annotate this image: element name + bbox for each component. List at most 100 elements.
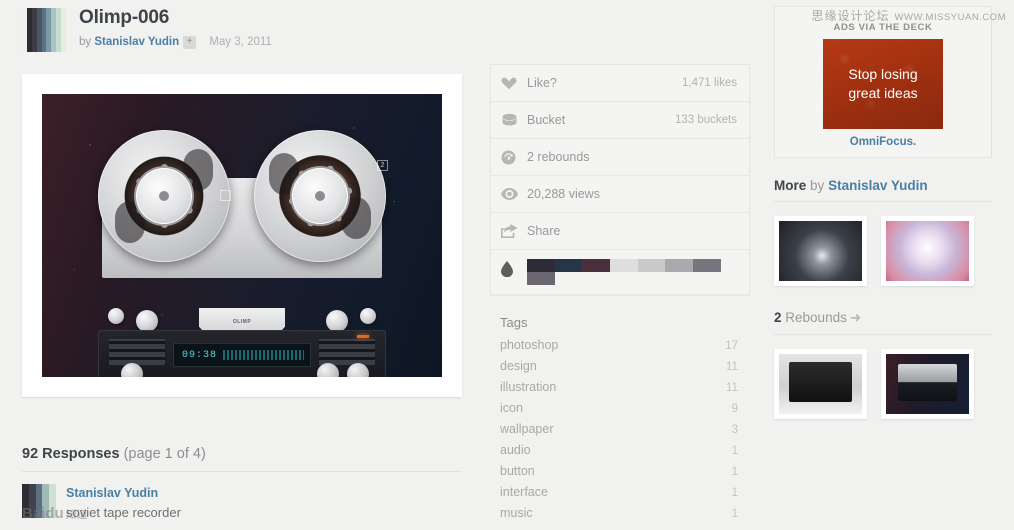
- tags-section: Tags photoshop 17 design 11 illustration 11 ic…: [490, 315, 750, 527]
- stat-row-views: 20,288 views: [491, 176, 749, 213]
- tag-count: 1: [731, 445, 738, 457]
- deck-led-indicator: [357, 335, 369, 338]
- stat-row-bucket[interactable]: Bucket 133 buckets: [491, 102, 749, 139]
- shot-image[interactable]: 1 2 OLIMP 09:38: [42, 94, 442, 377]
- tag-link[interactable]: music: [500, 506, 732, 520]
- bucket-icon: [501, 113, 527, 128]
- reel-badge-right: 2: [377, 160, 388, 171]
- rebound-thumb-2[interactable]: [881, 349, 974, 419]
- eye-icon: [501, 188, 527, 200]
- color-swatch[interactable]: [554, 259, 583, 272]
- more-by-section: More by Stanislav Yudin: [774, 178, 992, 286]
- color-swatch[interactable]: [693, 259, 721, 272]
- deck-knob: [326, 310, 348, 332]
- tag-row: illustration 11: [500, 380, 738, 401]
- deck-console-knob: [121, 363, 143, 377]
- shot-image-frame[interactable]: 1 2 OLIMP 09:38: [22, 74, 462, 397]
- page-title: Olimp-006: [79, 7, 170, 28]
- watermark-baidu-text: Baidu: [22, 505, 64, 522]
- deck-console: 09:38: [98, 330, 386, 377]
- deck-console-knob: [317, 363, 339, 377]
- stat-label: Like?: [527, 76, 557, 90]
- more-author-link[interactable]: Stanislav Yudin: [828, 178, 928, 193]
- thumb-image: [886, 354, 969, 414]
- tag-row: interface 1: [500, 485, 738, 506]
- tag-count: 3: [731, 424, 738, 436]
- responses-section: 92 Responses (page 1 of 4) Stanislav Yud…: [22, 446, 462, 521]
- author-link[interactable]: Stanislav Yudin: [94, 36, 179, 48]
- more-thumbs-row: [774, 216, 992, 286]
- tag-link[interactable]: wallpaper: [500, 422, 732, 436]
- tag-link[interactable]: interface: [500, 485, 732, 499]
- rebound-thumbs-row: [774, 349, 992, 419]
- response-author-link[interactable]: Stanislav Yudin: [66, 486, 158, 500]
- deck-display: 09:38: [173, 343, 311, 367]
- color-swatch[interactable]: [527, 272, 555, 285]
- watermark-baidu: Baidu 知道: [22, 505, 88, 522]
- tag-link[interactable]: photoshop: [500, 338, 725, 352]
- color-swatch[interactable]: [610, 259, 638, 272]
- avatar[interactable]: [22, 8, 66, 52]
- tag-count: 9: [731, 403, 738, 415]
- color-palette[interactable]: [527, 259, 721, 285]
- title-block: Olimp-006 by Stanislav Yudin + May 3, 201…: [79, 6, 272, 50]
- stat-row-rebounds[interactable]: 2 rebounds: [491, 139, 749, 176]
- tag-row: photoshop 17: [500, 338, 738, 359]
- tag-link[interactable]: audio: [500, 443, 732, 457]
- deck-knob: [360, 308, 376, 324]
- tape-recorder-illustration: 1 2 OLIMP 09:38: [92, 130, 392, 377]
- stat-label: 20,288 views: [527, 187, 600, 201]
- tag-link[interactable]: design: [500, 359, 726, 373]
- reel-hub-right: [292, 168, 348, 224]
- tag-link[interactable]: button: [500, 464, 732, 478]
- responses-count: 92 Responses: [22, 446, 120, 462]
- tag-count: 1: [731, 508, 738, 520]
- thumb-image: [779, 354, 862, 414]
- watermark-top: 思缘设计论坛 WWW.MISSYUAN.COM: [812, 7, 1006, 24]
- stat-row-share[interactable]: Share: [491, 213, 749, 250]
- watermark-baidu-cn: 知道: [65, 509, 88, 521]
- color-palette-row: [491, 250, 749, 295]
- tag-row: wallpaper 3: [500, 422, 738, 443]
- tag-link[interactable]: illustration: [500, 380, 726, 394]
- rebounds-section: 2 Rebounds ➜: [774, 310, 992, 419]
- deck-button-pad-left: [109, 339, 165, 365]
- more-thumb-1[interactable]: [774, 216, 867, 286]
- responses-page: (page 1 of 4): [123, 446, 206, 462]
- deck-display-time: 09:38: [182, 349, 218, 361]
- arrow-right-icon[interactable]: ➜: [850, 310, 861, 325]
- response-text: soviet tape recorder: [66, 505, 181, 520]
- deck-brand-text: OLIMP: [232, 319, 252, 325]
- tag-link[interactable]: icon: [500, 401, 732, 415]
- deck-console-knob: [347, 363, 369, 377]
- stats-panel: Like? 1,471 likes Bucket 133 buckets 2 r…: [490, 64, 750, 296]
- deck-knob: [136, 310, 158, 332]
- color-swatch[interactable]: [527, 259, 555, 272]
- ad-link[interactable]: OmniFocus.: [775, 136, 991, 148]
- tag-row: button 1: [500, 464, 738, 485]
- tag-count: 1: [731, 487, 738, 499]
- rebound-thumb-1[interactable]: [774, 349, 867, 419]
- tape-reel-right: [254, 130, 386, 262]
- deck-vu-meter: [223, 350, 304, 360]
- color-swatch[interactable]: [665, 259, 694, 272]
- stat-value: 1,471 likes: [682, 77, 737, 89]
- tag-row: audio 1: [500, 443, 738, 464]
- ad-panel[interactable]: ADS VIA THE DECK Stop losing great ideas…: [774, 6, 992, 158]
- ad-line-2: great ideas: [848, 85, 918, 101]
- tag-count: 1: [731, 466, 738, 478]
- more-thumb-2[interactable]: [881, 216, 974, 286]
- list-item: Stanislav Yudin soviet tape recorder: [22, 484, 462, 521]
- reel-hub-left: [136, 168, 192, 224]
- color-swatch[interactable]: [582, 259, 611, 272]
- ad-creative[interactable]: Stop losing great ideas: [823, 39, 943, 129]
- thumb-image: [779, 221, 862, 281]
- color-swatch[interactable]: [637, 259, 666, 272]
- stat-value: 133 buckets: [674, 114, 737, 126]
- more-label: More: [774, 178, 807, 193]
- tags-title: Tags: [500, 315, 528, 330]
- deck-button-pad-right: [319, 339, 375, 365]
- follow-author-button[interactable]: +: [183, 36, 197, 49]
- stat-row-like[interactable]: Like? 1,471 likes: [491, 65, 749, 102]
- reel-badge-left: 1: [220, 190, 231, 201]
